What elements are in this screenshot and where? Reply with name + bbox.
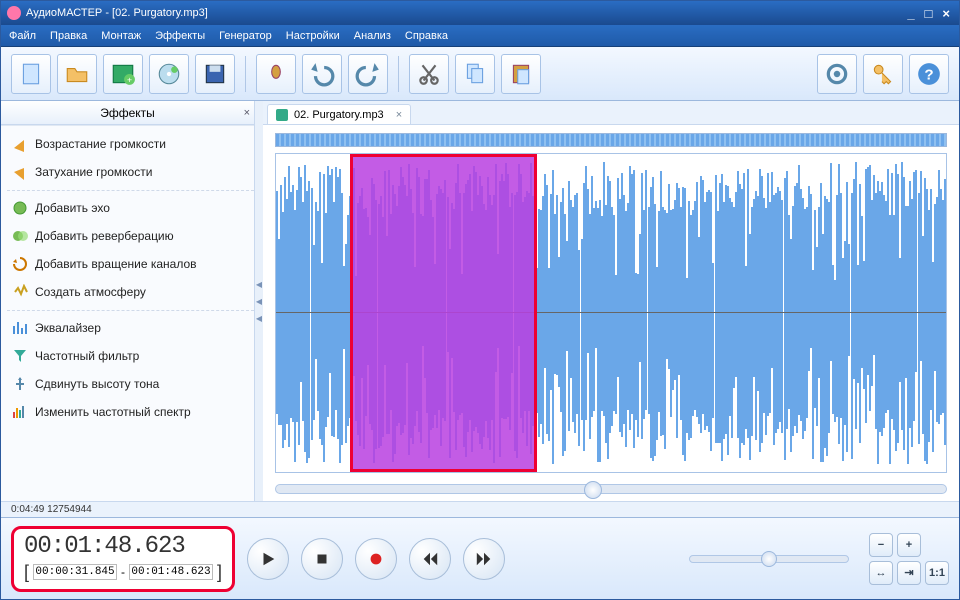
transport-bar: 00:01:48.623 [ - ] − + ↔ ⇥ 1:1: [1, 517, 959, 599]
svg-text:?: ?: [924, 66, 933, 83]
fit-selection-button[interactable]: ⇥: [897, 561, 921, 585]
redo-button[interactable]: [348, 54, 388, 94]
undo-button[interactable]: [302, 54, 342, 94]
effects-sidebar: Эффекты × Возрастание громкости Затухание…: [1, 101, 255, 501]
effect-pitch[interactable]: Сдвинуть высоту тона: [7, 370, 254, 398]
next-button[interactable]: [463, 538, 505, 580]
effect-label: Добавить вращение каналов: [35, 257, 197, 271]
effect-label: Эквалайзер: [35, 321, 101, 335]
new-file-button[interactable]: [11, 54, 51, 94]
menu-analysis[interactable]: Анализ: [354, 30, 391, 42]
time-display: 00:01:48.623 [ - ]: [11, 526, 235, 592]
current-time: 00:01:48.623: [24, 533, 222, 560]
maximize-button[interactable]: □: [922, 6, 936, 21]
zoom-out-button[interactable]: −: [869, 533, 893, 557]
selection-end-input[interactable]: [129, 564, 213, 580]
pitch-icon: [11, 375, 29, 393]
close-button[interactable]: ×: [939, 6, 953, 21]
effect-label: Затухание громкости: [35, 165, 152, 179]
file-icon: [276, 109, 288, 121]
scroll-thumb[interactable]: [584, 481, 602, 499]
sidebar-title: Эффекты ×: [1, 101, 254, 125]
effect-label: Частотный фильтр: [35, 349, 139, 363]
status-text: 0:04:49 12754944: [11, 504, 92, 515]
cut-button[interactable]: [409, 54, 449, 94]
settings-button[interactable]: [817, 54, 857, 94]
effect-echo[interactable]: Добавить эхо: [7, 190, 254, 222]
effect-vol-down[interactable]: Затухание громкости: [7, 158, 254, 186]
sidebar-close-icon[interactable]: ×: [244, 107, 250, 119]
eq-icon: [11, 319, 29, 337]
bracket-close: ]: [217, 562, 222, 583]
effect-label: Сдвинуть высоту тона: [35, 377, 159, 391]
spectrum-icon: [11, 403, 29, 421]
atmos-icon: [11, 283, 29, 301]
mic-button[interactable]: [256, 54, 296, 94]
save-button[interactable]: [195, 54, 235, 94]
effect-spectrum[interactable]: Изменить частотный спектр: [7, 398, 254, 426]
cd-button[interactable]: [149, 54, 189, 94]
record-button[interactable]: [355, 538, 397, 580]
toolbar: + ?: [1, 47, 959, 101]
menu-edit[interactable]: Правка: [50, 30, 87, 42]
effect-rotate[interactable]: Добавить вращение каналов: [7, 250, 254, 278]
svg-text:+: +: [127, 74, 132, 84]
menu-effects[interactable]: Эффекты: [155, 30, 205, 42]
selection-start-input[interactable]: [33, 564, 117, 580]
prev-button[interactable]: [409, 538, 451, 580]
vol-down-icon: [11, 163, 29, 181]
zoom-in-button[interactable]: +: [897, 533, 921, 557]
effect-filter[interactable]: Частотный фильтр: [7, 342, 254, 370]
filter-icon: [11, 347, 29, 365]
effect-label: Добавить эхо: [35, 201, 110, 215]
app-icon: [7, 6, 21, 20]
effect-atmos[interactable]: Создать атмосферу: [7, 278, 254, 306]
open-file-button[interactable]: [57, 54, 97, 94]
menu-montage[interactable]: Монтаж: [101, 30, 141, 42]
bracket-open: [: [24, 562, 29, 583]
menu-generator[interactable]: Генератор: [219, 30, 272, 42]
status-bar: 0:04:49 12754944: [1, 501, 959, 517]
stop-button[interactable]: [301, 538, 343, 580]
vol-up-icon: [11, 135, 29, 153]
menu-settings[interactable]: Настройки: [286, 30, 340, 42]
effect-label: Возрастание громкости: [35, 137, 166, 151]
reverb-icon: [11, 227, 29, 245]
splitter[interactable]: ◀◀◀: [255, 101, 263, 501]
sidebar-title-label: Эффекты: [100, 106, 155, 120]
effect-label: Добавить реверберацию: [35, 229, 174, 243]
zoom-ratio-button[interactable]: 1:1: [925, 561, 949, 585]
add-video-button[interactable]: +: [103, 54, 143, 94]
copy-button[interactable]: [455, 54, 495, 94]
effect-reverb[interactable]: Добавить реверберацию: [7, 222, 254, 250]
echo-icon: [11, 199, 29, 217]
horizontal-scrollbar[interactable]: [275, 479, 947, 499]
effect-vol-up[interactable]: Возрастание громкости: [7, 130, 254, 158]
selection-region[interactable]: [350, 154, 538, 472]
effect-label: Создать атмосферу: [35, 285, 146, 299]
menu-help[interactable]: Справка: [405, 30, 448, 42]
window-title: АудиоМАСТЕР - [02. Purgatory.mp3]: [26, 7, 208, 19]
volume-slider[interactable]: [689, 555, 849, 563]
effect-eq[interactable]: Эквалайзер: [7, 310, 254, 342]
effect-label: Изменить частотный спектр: [35, 405, 191, 419]
menu-file[interactable]: Файл: [9, 30, 36, 42]
tab-label: 02. Purgatory.mp3: [294, 109, 384, 121]
help-button[interactable]: ?: [909, 54, 949, 94]
menu-bar: Файл Правка Монтаж Эффекты Генератор Нас…: [1, 25, 959, 47]
waveform[interactable]: [275, 153, 947, 473]
volume-thumb[interactable]: [761, 551, 777, 567]
play-button[interactable]: [247, 538, 289, 580]
fit-width-button[interactable]: ↔: [869, 561, 893, 585]
waveform-overview[interactable]: [275, 133, 947, 147]
key-button[interactable]: [863, 54, 903, 94]
tab-bar: 02. Purgatory.mp3 ×: [263, 101, 959, 125]
file-tab[interactable]: 02. Purgatory.mp3 ×: [267, 104, 411, 124]
tab-close-icon[interactable]: ×: [396, 109, 402, 121]
minimize-button[interactable]: _: [904, 6, 917, 21]
rotate-icon: [11, 255, 29, 273]
paste-button[interactable]: [501, 54, 541, 94]
title-bar: АудиоМАСТЕР - [02. Purgatory.mp3] _ □ ×: [1, 1, 959, 25]
